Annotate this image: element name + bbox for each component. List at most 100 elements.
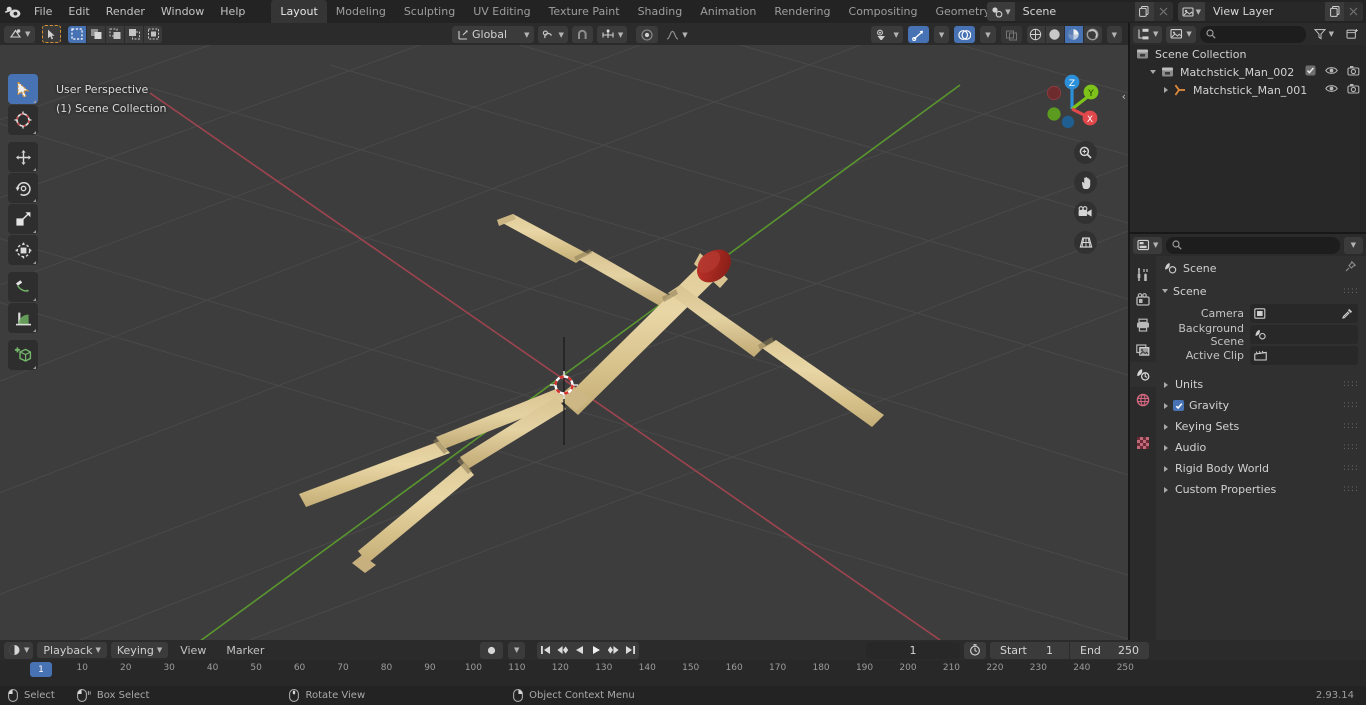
- workspace-tab-compositing[interactable]: Compositing: [840, 0, 927, 23]
- snap-target-selector[interactable]: ▼: [596, 26, 628, 43]
- outliner-row[interactable]: Matchstick_Man_001: [1130, 81, 1366, 99]
- outliner-filter-button[interactable]: ▼: [1310, 26, 1338, 43]
- zoom-icon[interactable]: [1074, 141, 1097, 164]
- outliner-search-input[interactable]: [1199, 25, 1306, 43]
- rendered-icon[interactable]: [1083, 26, 1102, 43]
- collapsed-panel-units[interactable]: Units::::: [1156, 374, 1366, 395]
- new-scene-button[interactable]: [1134, 2, 1154, 21]
- camera-render-icon[interactable]: [1347, 83, 1360, 97]
- expand-arrow-icon[interactable]: [1164, 423, 1168, 430]
- tweak-select-tool[interactable]: [8, 74, 38, 104]
- scale-tool[interactable]: [8, 204, 38, 234]
- collapsed-panel-audio[interactable]: Audio::::: [1156, 437, 1366, 458]
- jump-end-button[interactable]: [622, 642, 639, 659]
- new-view-layer-button[interactable]: [1325, 2, 1344, 21]
- output-tab[interactable]: [1130, 312, 1156, 337]
- cursor-tool[interactable]: [8, 105, 38, 135]
- properties-editor-type-button[interactable]: ▼: [1133, 236, 1163, 254]
- select-difference-icon[interactable]: [144, 25, 163, 43]
- timeline-playhead[interactable]: 1: [30, 662, 52, 677]
- wireframe-icon[interactable]: [1026, 26, 1045, 43]
- world-tab[interactable]: [1130, 387, 1156, 412]
- expand-arrow-icon[interactable]: [1164, 486, 1168, 493]
- tweak-tool-header-button[interactable]: [42, 25, 62, 43]
- expand-arrow-icon[interactable]: [1164, 87, 1168, 93]
- move-tool[interactable]: [8, 142, 38, 172]
- workspace-tab-layout[interactable]: Layout: [271, 0, 327, 23]
- expand-arrow-icon[interactable]: [1164, 402, 1168, 409]
- workspace-tab-animation[interactable]: Animation: [691, 0, 765, 23]
- outliner-filter-id-button[interactable]: ▼: [1166, 25, 1196, 43]
- checkbox-icon[interactable]: [1305, 65, 1316, 79]
- shading-options-dropdown[interactable]: ▼: [1106, 26, 1122, 43]
- play-reverse-button[interactable]: [571, 642, 588, 659]
- collapsed-panel-keying-sets[interactable]: Keying Sets::::: [1156, 416, 1366, 437]
- select-box-icon[interactable]: [68, 25, 87, 43]
- 3d-viewport[interactable]: User Perspective (1) Scene Collection Z …: [0, 45, 1128, 640]
- jump-start-button[interactable]: [537, 642, 554, 659]
- scene-selector[interactable]: ▼ Scene: [987, 2, 1173, 21]
- transform-tool[interactable]: [8, 235, 38, 265]
- timeline-editor-type-button[interactable]: ▼: [4, 641, 34, 659]
- menu-window[interactable]: Window: [153, 2, 212, 21]
- next-keyframe-button[interactable]: [605, 642, 622, 659]
- gizmo-options-dropdown[interactable]: ▼: [933, 26, 950, 43]
- camera-render-icon[interactable]: [1347, 65, 1360, 79]
- rotate-tool[interactable]: [8, 173, 38, 203]
- proportional-editing-button[interactable]: [636, 26, 659, 43]
- transform-orientation-selector[interactable]: Global ▼: [452, 26, 535, 43]
- pan-hand-icon[interactable]: [1074, 171, 1097, 194]
- expand-arrow-icon[interactable]: [1164, 444, 1168, 451]
- scene-name[interactable]: Scene: [1014, 2, 1135, 21]
- solid-icon[interactable]: [1045, 26, 1064, 43]
- timeline-view-menu[interactable]: View: [172, 644, 214, 657]
- gizmo-toggle[interactable]: [907, 26, 929, 43]
- new-collection-button[interactable]: [1342, 26, 1363, 43]
- checkbox-icon[interactable]: [1173, 400, 1184, 411]
- use-preview-range-button[interactable]: [964, 641, 986, 659]
- workspace-tab-rendering[interactable]: Rendering: [765, 0, 839, 23]
- outliner-display-mode-button[interactable]: ▼: [1133, 25, 1163, 43]
- navigation-gizmo[interactable]: Z Y X: [1034, 67, 1110, 143]
- proportional-falloff-selector[interactable]: ▼: [662, 26, 691, 43]
- workspace-tab-uv-editing[interactable]: UV Editing: [464, 0, 539, 23]
- sidebar-collapse-arrow-icon[interactable]: ‹: [1122, 90, 1126, 103]
- tool-tab[interactable]: [1130, 262, 1156, 287]
- workspace-tab-shading[interactable]: Shading: [629, 0, 692, 23]
- visibility-selector[interactable]: ▼: [871, 26, 903, 43]
- outliner-row[interactable]: Scene Collection: [1130, 45, 1366, 63]
- texture-tab[interactable]: [1130, 430, 1156, 455]
- annotate-tool[interactable]: [8, 272, 38, 302]
- overlays-options-dropdown[interactable]: ▼: [980, 26, 996, 43]
- menu-edit[interactable]: Edit: [60, 2, 97, 21]
- ortho-persp-icon[interactable]: [1074, 231, 1097, 254]
- timeline-marker-menu[interactable]: Marker: [218, 644, 272, 657]
- play-button[interactable]: [588, 642, 605, 659]
- properties-options-dropdown[interactable]: ▼: [1343, 236, 1363, 254]
- collapsed-panel-gravity[interactable]: Gravity::::: [1156, 395, 1366, 416]
- eyedropper-icon[interactable]: [1342, 304, 1353, 323]
- collapsed-panel-rigid-body-world[interactable]: Rigid Body World::::: [1156, 458, 1366, 479]
- snap-button[interactable]: ▼: [538, 26, 568, 43]
- playback-menu[interactable]: Playback ▼: [37, 642, 107, 658]
- render-tab[interactable]: [1130, 287, 1156, 312]
- scene-tab[interactable]: [1130, 362, 1156, 387]
- current-frame-field[interactable]: 1: [866, 641, 960, 659]
- remove-view-layer-button[interactable]: [1344, 2, 1363, 21]
- workspace-tab-texture-paint[interactable]: Texture Paint: [540, 0, 629, 23]
- select-subtract-icon[interactable]: [106, 25, 125, 43]
- overlays-toggle[interactable]: [954, 26, 976, 43]
- expand-arrow-icon[interactable]: [1164, 381, 1168, 388]
- menu-render[interactable]: Render: [98, 2, 153, 21]
- view-layer-browse-button[interactable]: ▼: [1177, 2, 1205, 21]
- snap-magnet-button[interactable]: [571, 26, 593, 43]
- view-layer-tab[interactable]: [1130, 337, 1156, 362]
- measure-tool[interactable]: [8, 303, 38, 333]
- keying-popover-button[interactable]: ▼: [508, 641, 526, 659]
- workspace-tab-modeling[interactable]: Modeling: [327, 0, 395, 23]
- view-layer-selector[interactable]: ▼ View Layer: [1177, 2, 1363, 21]
- add-cube-tool[interactable]: [8, 340, 38, 370]
- workspace-tab-sculpting[interactable]: Sculpting: [395, 0, 464, 23]
- expand-arrow-icon[interactable]: [1150, 70, 1156, 74]
- property-field[interactable]: [1250, 346, 1358, 365]
